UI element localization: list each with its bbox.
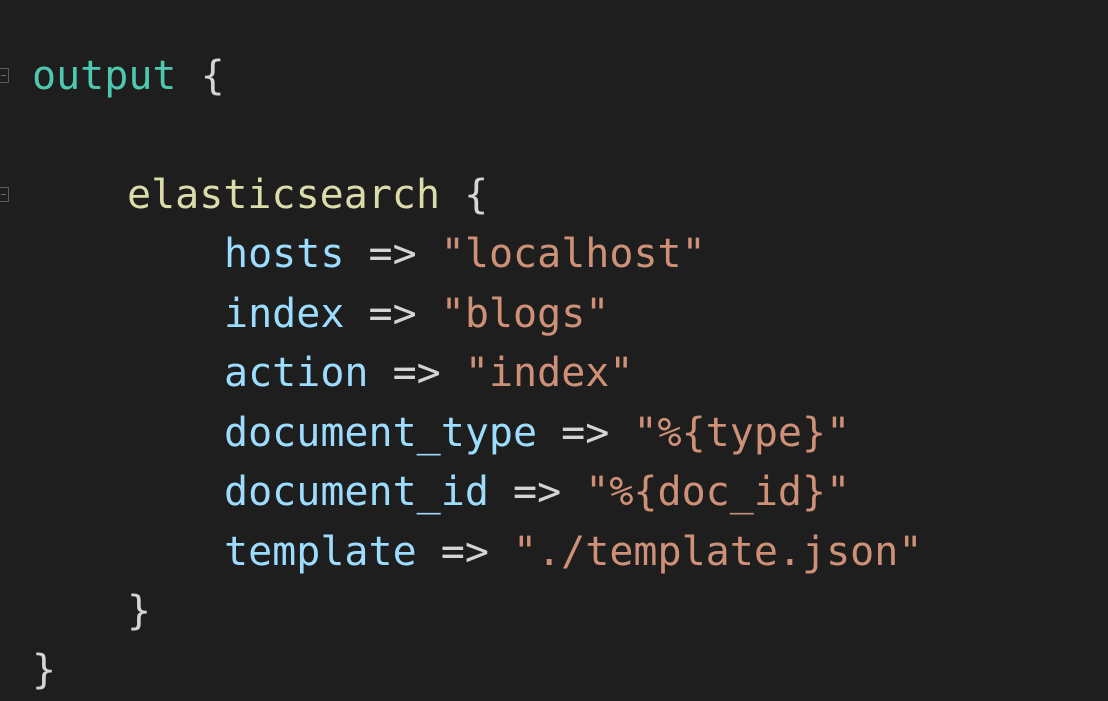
setting-key: template (224, 529, 417, 575)
code-line-setting: index => "blogs" (224, 288, 609, 340)
code-line-setting: document_type => "%{type}" (224, 407, 850, 459)
setting-value: "./template.json" (513, 529, 923, 575)
output-close-brace: } (32, 647, 57, 693)
output-open-brace: { (200, 53, 225, 99)
code-line-setting: action => "index" (224, 347, 633, 399)
code-line-setting: hosts => "localhost" (224, 228, 706, 280)
setting-value: "%{doc_id}" (585, 469, 851, 515)
code-editor[interactable]: output { elasticsearch { hosts => "local… (0, 0, 1108, 701)
plugin-close-brace: } (127, 588, 152, 634)
setting-arrow: => (368, 231, 417, 277)
setting-arrow: => (513, 469, 562, 515)
code-line-setting: document_id => "%{doc_id}" (224, 466, 850, 518)
setting-key: document_type (224, 410, 538, 456)
plugin-open-brace: { (464, 172, 489, 218)
plugin-name: elasticsearch (127, 172, 441, 218)
setting-arrow: => (368, 291, 417, 337)
setting-value: "%{type}" (633, 410, 851, 456)
code-line-output: output { (32, 50, 225, 102)
code-line-output-close: } (32, 644, 56, 696)
setting-value: "localhost" (440, 231, 706, 277)
setting-arrow: => (440, 529, 489, 575)
setting-value: "index" (464, 350, 634, 396)
setting-key: document_id (224, 469, 489, 515)
setting-key: action (224, 350, 369, 396)
fold-elasticsearch-icon[interactable] (0, 187, 9, 202)
setting-arrow: => (392, 350, 441, 396)
output-keyword: output (32, 53, 177, 99)
code-line-setting: template => "./template.json" (224, 526, 922, 578)
fold-output-icon[interactable] (0, 68, 9, 83)
setting-arrow: => (561, 410, 610, 456)
setting-key: hosts (224, 231, 345, 277)
setting-key: index (224, 291, 345, 337)
code-line-plugin-close: } (127, 585, 151, 637)
setting-value: "blogs" (440, 291, 610, 337)
code-line-elasticsearch: elasticsearch { (127, 169, 488, 221)
